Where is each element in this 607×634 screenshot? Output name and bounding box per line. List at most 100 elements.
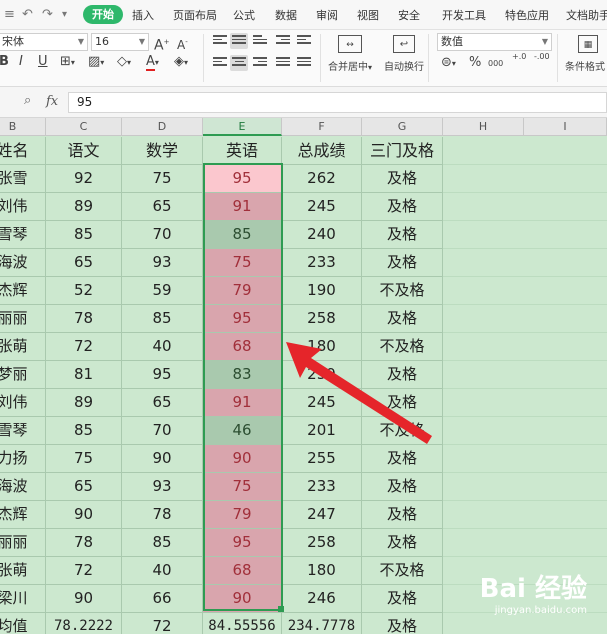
fill-color-icon[interactable]: ◇▾	[117, 54, 131, 71]
header-cell[interactable]: 语文	[46, 137, 122, 165]
table-cell-total[interactable]: 180	[282, 333, 362, 361]
currency-icon[interactable]: ⊜▾	[441, 55, 456, 72]
table-cell-pass[interactable]: 不及格	[362, 277, 443, 305]
table-cell-total[interactable]: 258	[282, 305, 362, 333]
table-cell-yingyu[interactable]: 91	[203, 193, 282, 221]
table-cell-yuwen[interactable]: 72	[46, 557, 122, 585]
redo-icon[interactable]: ↷	[42, 7, 53, 22]
table-cell-name[interactable]: 杰辉	[0, 277, 46, 305]
table-cell-pass[interactable]: 及格	[362, 445, 443, 473]
table-cell-total[interactable]: 258	[282, 529, 362, 557]
table-cell-total[interactable]: 255	[282, 445, 362, 473]
table-cell-name[interactable]: 梁川	[0, 585, 46, 613]
table-cell-total[interactable]: 201	[282, 417, 362, 445]
table-cell-shuxue[interactable]: 75	[122, 165, 203, 193]
fill-pattern-icon[interactable]: ▨▾	[88, 54, 104, 71]
table-cell-shuxue[interactable]: 72	[122, 613, 203, 634]
column-header-d[interactable]: D	[122, 118, 203, 136]
tab-1[interactable]: 插入	[132, 7, 154, 23]
table-cell-name[interactable]: 雪琴	[0, 221, 46, 249]
table-cell-total[interactable]: 180	[282, 557, 362, 585]
shrink-font-button[interactable]: A-	[177, 34, 188, 53]
table-cell-name[interactable]: 均值	[0, 613, 46, 634]
tab-3[interactable]: 公式	[233, 7, 255, 23]
zoom-icon[interactable]: ⌕	[24, 93, 31, 108]
table-cell-yuwen[interactable]: 78	[46, 305, 122, 333]
tab-6[interactable]: 视图	[357, 7, 379, 23]
table-cell-yingyu[interactable]: 46	[203, 417, 282, 445]
table-cell-pass[interactable]: 不及格	[362, 333, 443, 361]
table-cell-total[interactable]: 247	[282, 501, 362, 529]
table-cell-name[interactable]: 张萌	[0, 557, 46, 585]
conditional-format-icon[interactable]: ▦	[578, 35, 598, 53]
table-cell-yingyu[interactable]: 85	[203, 221, 282, 249]
table-cell-yuwen[interactable]: 90	[46, 585, 122, 613]
table-cell-yuwen[interactable]: 89	[46, 193, 122, 221]
table-cell-shuxue[interactable]: 95	[122, 361, 203, 389]
table-cell-yuwen[interactable]: 72	[46, 333, 122, 361]
table-cell-pass[interactable]: 及格	[362, 221, 443, 249]
tab-10[interactable]: 文档助手	[566, 7, 607, 23]
fill-handle[interactable]	[278, 606, 284, 612]
header-cell[interactable]: 总成绩	[282, 137, 362, 165]
tab-0[interactable]: 开始	[83, 5, 123, 24]
table-cell-yingyu[interactable]: 83	[203, 361, 282, 389]
header-cell[interactable]: 数学	[122, 137, 203, 165]
tab-8[interactable]: 开发工具	[442, 7, 486, 23]
table-cell-shuxue[interactable]: 85	[122, 305, 203, 333]
table-cell-pass[interactable]: 及格	[362, 473, 443, 501]
align-center-icon[interactable]	[230, 55, 248, 71]
table-cell-total[interactable]: 245	[282, 193, 362, 221]
table-cell-yingyu[interactable]: 68	[203, 557, 282, 585]
table-cell-total[interactable]: 246	[282, 585, 362, 613]
menu-icon[interactable]: ≡	[4, 7, 15, 22]
table-cell-name[interactable]: 张雪	[0, 165, 46, 193]
table-cell-yuwen[interactable]: 92	[46, 165, 122, 193]
table-cell-name[interactable]: 刘伟	[0, 389, 46, 417]
column-header-e[interactable]: E	[203, 118, 282, 136]
table-cell-pass[interactable]: 及格	[362, 529, 443, 557]
decrease-decimal-button[interactable]: -.00	[534, 52, 550, 61]
column-header-h[interactable]: H	[443, 118, 524, 136]
table-cell-shuxue[interactable]: 90	[122, 445, 203, 473]
table-cell-total[interactable]: 262	[282, 165, 362, 193]
header-cell[interactable]: 三门及格	[362, 137, 443, 165]
table-cell-shuxue[interactable]: 40	[122, 557, 203, 585]
table-cell-total[interactable]: 240	[282, 221, 362, 249]
column-header-f[interactable]: F	[282, 118, 362, 136]
font-name-select[interactable]: 宋体 ▼	[0, 33, 88, 51]
tab-2[interactable]: 页面布局	[173, 7, 217, 23]
table-cell-name[interactable]: 丽丽	[0, 529, 46, 557]
table-cell-total[interactable]: 245	[282, 389, 362, 417]
eraser-icon[interactable]: ◈▾	[174, 54, 188, 71]
table-cell-yingyu[interactable]: 84.55556	[203, 613, 282, 634]
undo-icon[interactable]: ↶	[22, 7, 33, 22]
table-cell-name[interactable]: 杰辉	[0, 501, 46, 529]
table-cell-yuwen[interactable]: 90	[46, 501, 122, 529]
table-cell-shuxue[interactable]: 85	[122, 529, 203, 557]
table-cell-name[interactable]: 力扬	[0, 445, 46, 473]
table-cell-yuwen[interactable]: 89	[46, 389, 122, 417]
table-cell-name[interactable]: 丽丽	[0, 305, 46, 333]
table-cell-pass[interactable]: 及格	[362, 361, 443, 389]
table-cell-shuxue[interactable]: 65	[122, 193, 203, 221]
table-cell-shuxue[interactable]: 70	[122, 417, 203, 445]
italic-button[interactable]: I	[19, 54, 23, 70]
table-cell-total[interactable]: 233	[282, 249, 362, 277]
increase-decimal-button[interactable]: +.0	[512, 52, 526, 61]
header-cell[interactable]: 英语	[203, 137, 282, 165]
table-cell-pass[interactable]: 及格	[362, 389, 443, 417]
table-cell-name[interactable]: 海波	[0, 249, 46, 277]
table-cell-shuxue[interactable]: 78	[122, 501, 203, 529]
tab-9[interactable]: 特色应用	[505, 7, 549, 23]
formula-input[interactable]: 95	[68, 92, 607, 113]
header-cell[interactable]: 姓名	[0, 137, 46, 165]
table-cell-name[interactable]: 梦丽	[0, 361, 46, 389]
wrap-text-icon[interactable]: ↩	[393, 35, 415, 53]
percent-button[interactable]: %	[469, 55, 481, 71]
merge-center-icon[interactable]: ↔	[338, 35, 362, 53]
table-cell-name[interactable]: 刘伟	[0, 193, 46, 221]
wrap-text-button[interactable]: 自动换行	[384, 58, 424, 73]
table-cell-yingyu[interactable]: 90	[203, 445, 282, 473]
table-cell-total[interactable]: 234.7778	[282, 613, 362, 634]
